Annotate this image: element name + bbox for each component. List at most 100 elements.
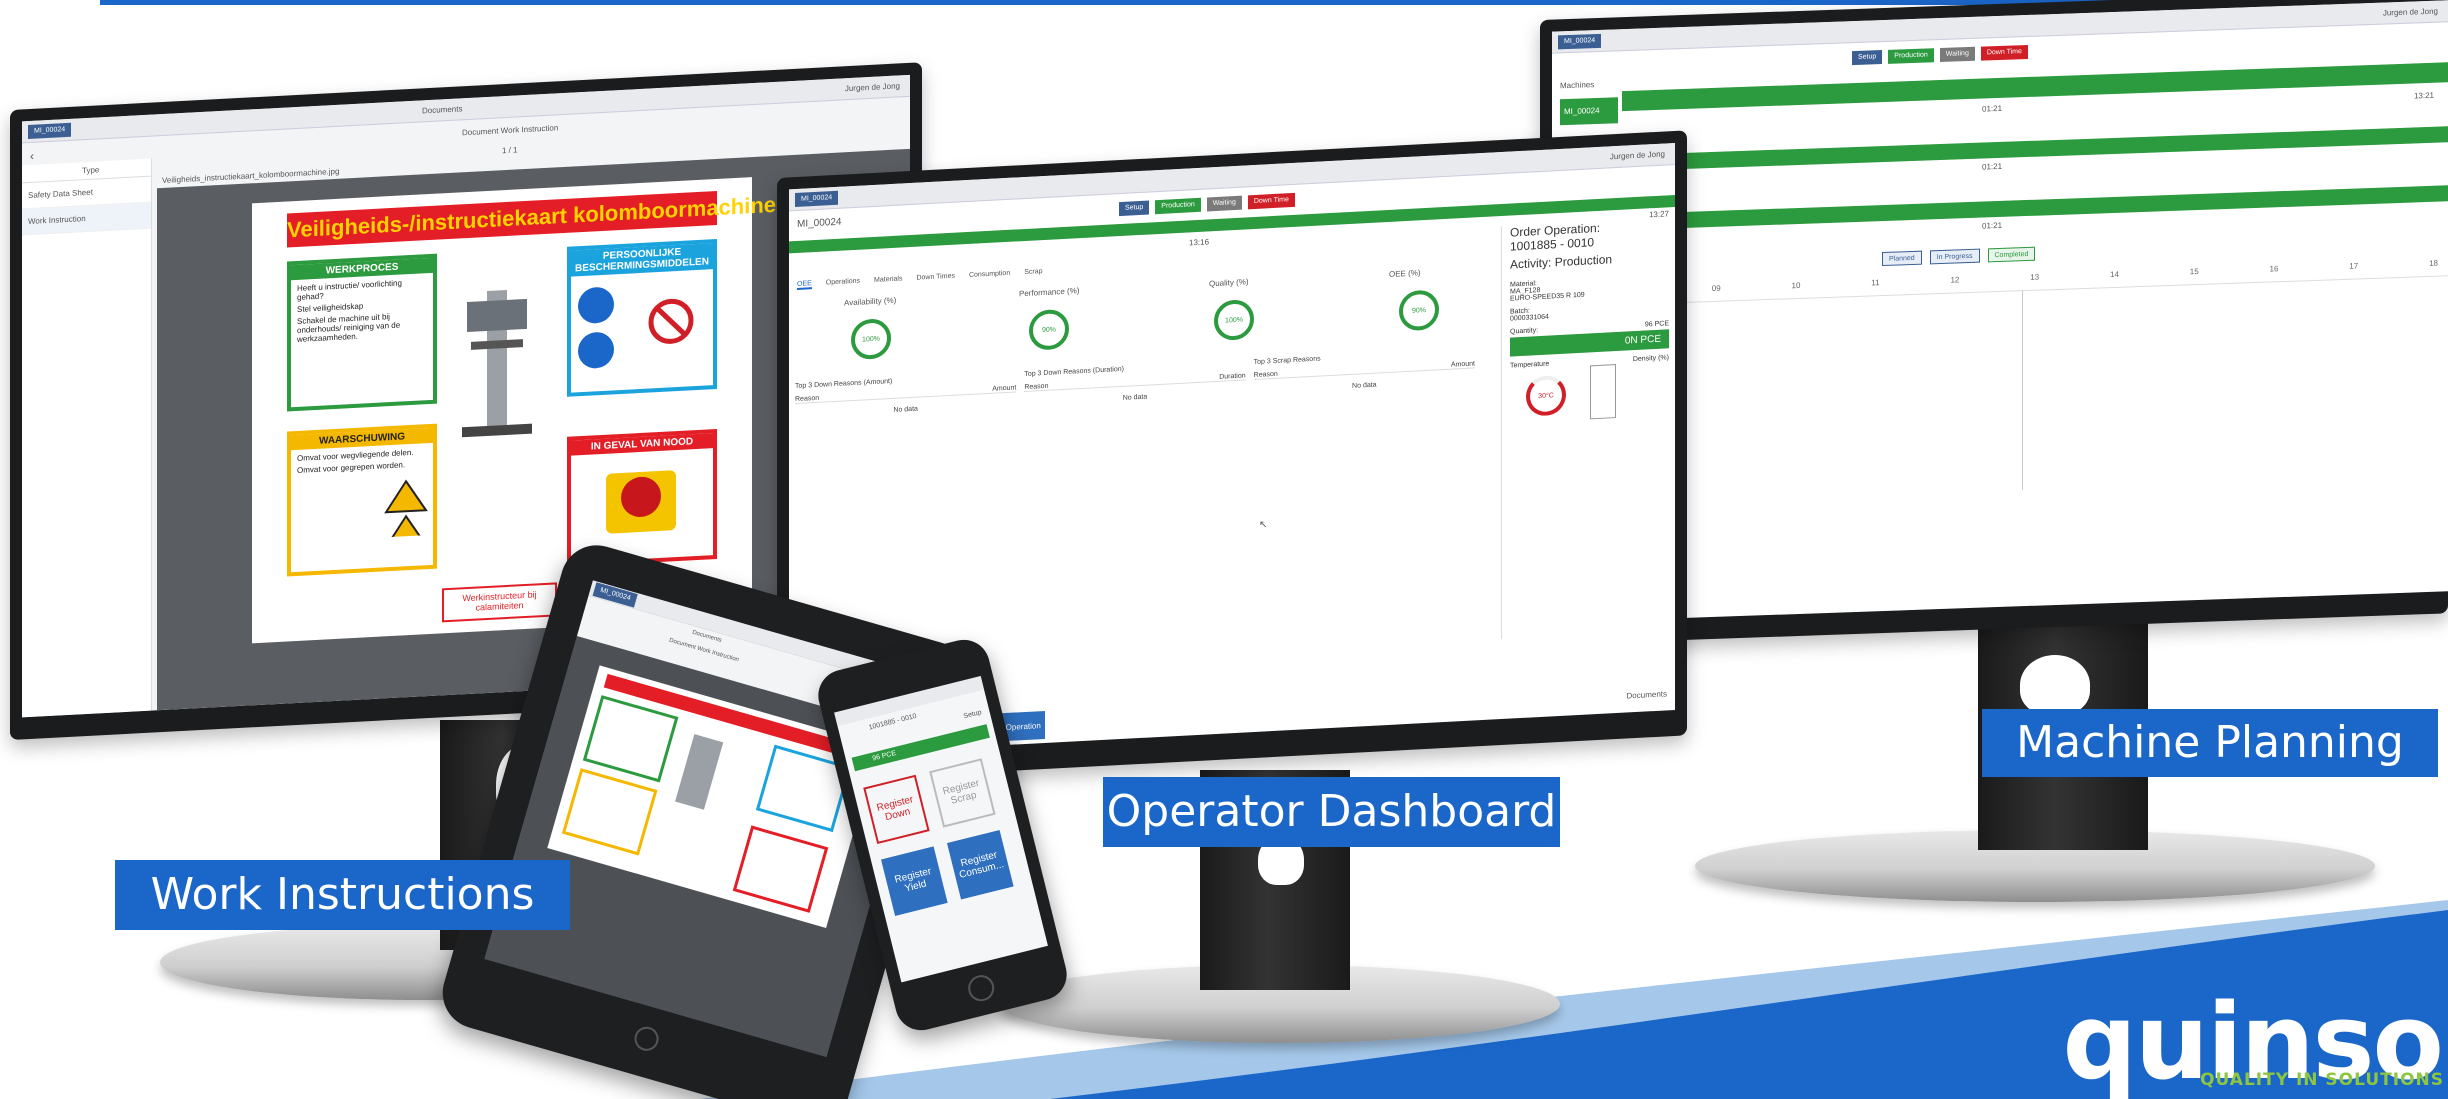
operator-tabs: OEE Operations Materials Down Times Cons… xyxy=(797,268,1043,290)
warning-box: WAARSCHUWING Omvat voor wegvliegende del… xyxy=(287,423,437,577)
kpi-oee-label: OEE (%) xyxy=(1389,268,1421,279)
planning-day: 10 xyxy=(1791,280,1801,291)
planning-user[interactable]: Jurgen de Jong xyxy=(2383,7,2438,18)
planning-production-button[interactable]: Production xyxy=(1888,48,1934,64)
reason-col: Reason xyxy=(795,394,820,404)
activity-label: Activity: xyxy=(1510,255,1552,272)
tab-consumption[interactable]: Consumption xyxy=(969,270,1010,281)
tablet-subtitle: Document Work Instruction xyxy=(668,637,740,664)
machine-planning-label: Machine Planning xyxy=(1982,709,2438,777)
wi-page-indicator: 1 / 1 xyxy=(502,145,518,156)
operator-user[interactable]: Jurgen de Jong xyxy=(1610,149,1665,161)
tab-operations[interactable]: Operations xyxy=(826,278,860,289)
scene: MI_00024 Jurgen de Jong Setup Production… xyxy=(0,0,2448,1099)
planning-machines-label: Machines xyxy=(1560,80,1595,91)
register-consumption-button[interactable]: Register Consum... xyxy=(947,830,1014,900)
phone-home-button[interactable] xyxy=(964,972,997,1005)
wi-sidebar: Type Safety Data Sheet Work Instruction xyxy=(22,158,152,718)
reason-table: Top 3 Down Reasons (Amount) Reason Amoun… xyxy=(795,371,1017,443)
planning-machine-chip[interactable]: MI_00024 xyxy=(1558,33,1602,50)
poster-title: Veiligheids-/instructiekaart kolomboorma… xyxy=(287,190,776,248)
wi-title: Documents xyxy=(422,104,463,116)
operator-dashboard-label: Operator Dashboard xyxy=(1103,777,1560,847)
operator-production-button[interactable]: Production xyxy=(1155,197,1201,215)
operator-downtime-button[interactable]: Down Time xyxy=(1247,192,1295,210)
register-down-button[interactable]: Register Down xyxy=(863,774,930,845)
operator-machine-chip[interactable]: MI_00024 xyxy=(795,190,839,208)
planning-day: 15 xyxy=(2189,266,2199,277)
quality-gauge: 100% xyxy=(1214,299,1254,342)
kpi-performance-label: Performance (%) xyxy=(1019,286,1080,299)
tablet-home-button[interactable] xyxy=(631,1023,662,1054)
sensor-gauges: 30°C xyxy=(1510,361,1669,429)
ppe-icons xyxy=(578,287,694,369)
reason-table: Top 3 Down Reasons (Duration) Reason Dur… xyxy=(1024,359,1246,431)
documents-link[interactable]: Documents xyxy=(1627,689,1667,700)
tab-oee[interactable]: OEE xyxy=(797,280,812,290)
quantity-target: 96 PCE xyxy=(1644,320,1669,329)
planning-day: 09 xyxy=(1711,283,1721,294)
quinso-tagline: QUALITY IN SOLUTIONS xyxy=(2200,1070,2444,1090)
register-scrap-button[interactable]: Register Scrap xyxy=(929,758,996,828)
wi-user[interactable]: Jurgen de Jong xyxy=(845,81,900,93)
wi-sidebar-item[interactable]: Work Instruction xyxy=(22,202,151,236)
back-arrow-icon[interactable]: ‹ xyxy=(30,149,34,163)
planning-now-line xyxy=(2022,290,2023,491)
work-instructions-label: Work Instructions xyxy=(115,860,570,930)
tablet-poster-green-box xyxy=(582,695,679,783)
tablet-title: Documents xyxy=(691,629,723,644)
register-yield-button[interactable]: Register Yield xyxy=(881,846,948,916)
tab-materials[interactable]: Materials xyxy=(874,275,902,285)
tablet-poster-yellow-box xyxy=(561,768,658,856)
phone-activity: Setup xyxy=(962,709,983,721)
tab-scrap[interactable]: Scrap xyxy=(1024,268,1042,278)
werkproces-box: WERKPROCES Heeft u instructie/ voorlicht… xyxy=(287,253,437,412)
drill-press-image xyxy=(462,289,532,438)
tab-down-times[interactable]: Down Times xyxy=(916,273,955,284)
planning-day: 14 xyxy=(2110,269,2119,280)
planning-filter-completed[interactable]: Completed xyxy=(1987,246,2036,263)
reason-table: Top 3 Scrap Reasons Reason Amount No dat… xyxy=(1253,347,1475,419)
planning-setup-button[interactable]: Setup xyxy=(1852,50,1883,66)
planning-time-1: 01:21 xyxy=(1982,103,2003,114)
quantity-label: Quantity: xyxy=(1510,327,1539,336)
warning-icons xyxy=(384,479,428,549)
operator-setup-button[interactable]: Setup xyxy=(1119,200,1150,217)
order-info-panel: Order Operation: 1001885 - 0010 Activity… xyxy=(1501,217,1669,640)
operator-waiting-button[interactable]: Waiting xyxy=(1206,195,1242,212)
planning-filter-planned[interactable]: Planned xyxy=(1882,250,1922,267)
planning-day: 16 xyxy=(2269,264,2279,274)
pbm-box: PERSOONLIJKE BESCHERMINGSMIDDELEN xyxy=(567,238,717,397)
oee-gauge: 90% xyxy=(1399,289,1439,332)
wi-subtitle: Document Work Instruction xyxy=(462,123,559,138)
reason-table-empty: No data xyxy=(1122,393,1148,402)
wi-machine-chip[interactable]: MI_00024 xyxy=(28,122,72,140)
kpi-availability-label: Availability (%) xyxy=(844,295,897,308)
amount-col: Amount xyxy=(1450,360,1475,369)
werkproces-item: Schakel de machine uit bij onderhouds/ r… xyxy=(297,312,401,344)
planning-day: 17 xyxy=(2349,261,2359,271)
reason-tables: Top 3 Down Reasons (Amount) Reason Amoun… xyxy=(795,347,1475,443)
operator-time-marker: 13:16 xyxy=(1189,237,1210,248)
planning-filter-inprogress[interactable]: In Progress xyxy=(1929,248,1980,265)
planning-time-end: 13:21 xyxy=(2413,90,2434,101)
activity-value: Production xyxy=(1554,252,1613,270)
planning-status-buttons: Setup Production Waiting Down Time xyxy=(1852,44,2028,66)
planning-day: 11 xyxy=(1871,278,1880,288)
reason-table-empty: No data xyxy=(1352,381,1377,390)
planning-bar-1[interactable] xyxy=(1622,62,2448,112)
operator-status-buttons: Setup Production Waiting Down Time xyxy=(1119,192,1295,217)
planning-monitor-neck-hole xyxy=(2020,655,2090,715)
planning-downtime-button[interactable]: Down Time xyxy=(1980,44,2028,61)
amount-col: Amount xyxy=(992,384,1017,393)
planning-day: 18 xyxy=(2429,258,2438,268)
reason-col: Reason xyxy=(1024,382,1049,392)
tablet-poster-red-box xyxy=(732,825,829,913)
performance-gauge: 90% xyxy=(1029,308,1069,351)
planning-machine-row[interactable]: MI_00024 xyxy=(1560,97,1618,126)
planning-bar-3[interactable] xyxy=(1622,185,2448,231)
planning-waiting-button[interactable]: Waiting xyxy=(1939,46,1975,63)
planning-bar-2[interactable] xyxy=(1622,126,2448,172)
operator-order-id: MI_00024 xyxy=(797,216,842,230)
planning-day: 13 xyxy=(2030,272,2040,282)
